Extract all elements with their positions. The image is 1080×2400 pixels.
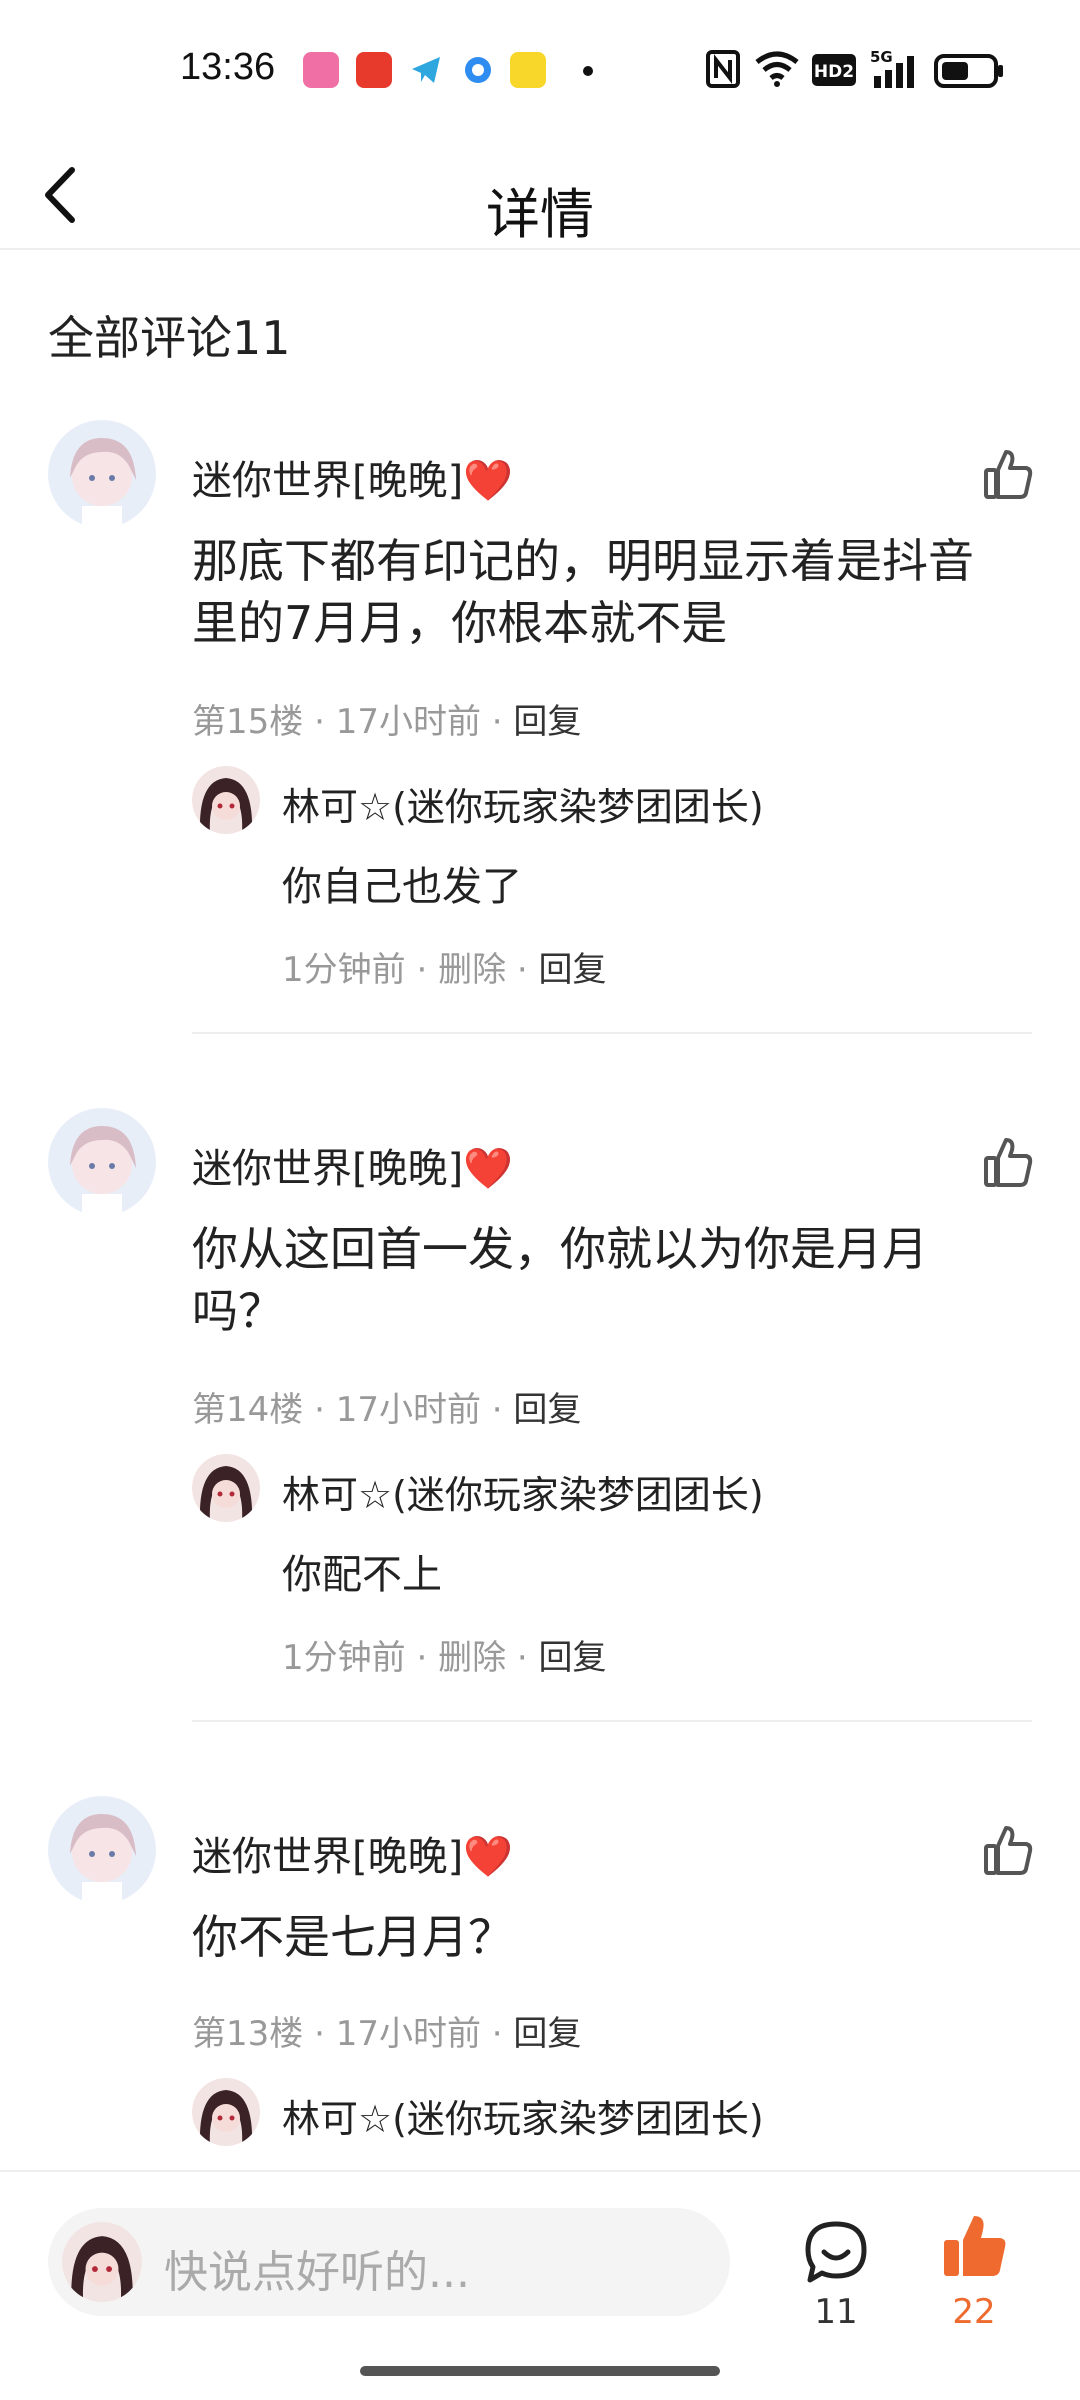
status-bar: 13:36 HD2 5G (0, 0, 1080, 140)
avatar[interactable] (48, 420, 156, 528)
all-comments-title: 全部评论11 (48, 311, 291, 365)
thumbs-up-filled-icon (944, 2216, 1006, 2276)
comment-item: 迷你世界[晚晚]❤️ 你不是七月月？ 第13楼 · 17小时前 · 回复 林可☆… (0, 1796, 1080, 2170)
reply-meta: 1分钟前 · 删除 · 回复 (282, 1638, 607, 1678)
avatar[interactable] (48, 1108, 156, 1216)
reply-author[interactable]: 林可☆(迷你玩家染梦团团长) (282, 1464, 764, 1519)
comment-item: 迷你世界[晚晚]❤️ 你从这回首一发，你就以为你是月月吗？ 第14楼 · 17小… (0, 1108, 1080, 1728)
home-indicator[interactable] (360, 2366, 720, 2376)
comment-author[interactable]: 迷你世界[晚晚]❤️ (192, 1824, 513, 1882)
delete-button[interactable]: 删除 (438, 950, 506, 990)
reply-button[interactable]: 回复 (513, 702, 581, 742)
hd2-label: HD2 (814, 62, 854, 82)
top-navigation: 详情 (0, 140, 1080, 250)
page-title: 详情 (486, 183, 594, 246)
hd2-icon: HD2 (812, 54, 856, 90)
comment-time: 17小时前 (335, 702, 481, 742)
comment-text: 那底下都有印记的，明明显示着是抖音里的7月月，你根本就不是 (192, 534, 974, 650)
reply-text: 你配不上 (282, 1552, 442, 1598)
reply-time: 1分钟前 (282, 1638, 406, 1678)
comment-count: 11 (814, 2292, 858, 2332)
red-envelope-app-icon (356, 52, 392, 88)
comment-meta: 第15楼 · 17小时前 · 回复 (192, 702, 582, 742)
browser-app-icon (460, 52, 496, 88)
kuaikan-app-icon (510, 52, 546, 88)
comment-meta: 第13楼 · 17小时前 · 回复 (192, 2014, 582, 2054)
wifi-icon (754, 50, 800, 92)
comment-bubble-icon (805, 2221, 867, 2283)
sub-reply: 林可☆(迷你玩家染梦团团长) (192, 2078, 1032, 2170)
reply-author[interactable]: 林可☆(迷你玩家染梦团团长) (282, 776, 764, 831)
like-button[interactable]: 22 (938, 2210, 1010, 2336)
avatar[interactable] (192, 766, 260, 834)
avatar[interactable] (192, 2078, 260, 2146)
sub-reply: 林可☆(迷你玩家染梦团团长) 你自己也发了 1分钟前 · 删除 · 回复 (192, 766, 1032, 1006)
reply-button[interactable]: 回复 (513, 2014, 581, 2054)
nfc-icon (706, 50, 740, 92)
comment-author[interactable]: 迷你世界[晚晚]❤️ (192, 448, 513, 506)
status-time: 13:36 (180, 46, 276, 88)
comment-floor: 第14楼 (192, 1390, 304, 1430)
divider (192, 1032, 1032, 1034)
battery-icon (934, 54, 1004, 92)
avatar (62, 2222, 142, 2302)
reply-button[interactable]: 回复 (539, 1638, 607, 1678)
like-icon[interactable] (980, 446, 1036, 502)
reply-time: 1分钟前 (282, 950, 406, 990)
telegram-app-icon (408, 52, 444, 88)
comment-input-placeholder: 快说点好听的... (164, 2247, 470, 2298)
5g-signal-icon: 5G (870, 48, 922, 94)
avatar[interactable] (192, 1454, 260, 1522)
reply-button[interactable]: 回复 (513, 1390, 581, 1430)
notification-dot-icon (583, 66, 593, 76)
like-icon[interactable] (980, 1822, 1036, 1878)
avatar[interactable] (48, 1796, 156, 1904)
comment-text: 你从这回首一发，你就以为你是月月吗？ (192, 1222, 928, 1338)
like-icon[interactable] (980, 1134, 1036, 1190)
reply-button[interactable]: 回复 (539, 950, 607, 990)
comment-author[interactable]: 迷你世界[晚晚]❤️ (192, 1136, 513, 1194)
like-count: 22 (952, 2292, 996, 2332)
sub-reply: 林可☆(迷你玩家染梦团团长) 你配不上 1分钟前 · 删除 · 回复 (192, 1454, 1032, 1694)
comment-text: 你不是七月月？ (192, 1910, 514, 1964)
divider (192, 1720, 1032, 1722)
reply-author[interactable]: 林可☆(迷你玩家染梦团团长) (282, 2088, 764, 2143)
comment-floor: 第15楼 (192, 702, 304, 742)
comment-item: 迷你世界[晚晚]❤️ 那底下都有印记的，明明显示着是抖音里的7月月，你根本就不是… (0, 420, 1080, 1040)
comments-button[interactable]: 11 (800, 2216, 872, 2336)
delete-button[interactable]: 删除 (438, 1638, 506, 1678)
comment-time: 17小时前 (335, 2014, 481, 2054)
reply-meta: 1分钟前 · 删除 · 回复 (282, 950, 607, 990)
bilibili-app-icon (303, 52, 339, 88)
comment-floor: 第13楼 (192, 2014, 304, 2054)
comment-time: 17小时前 (335, 1390, 481, 1430)
comment-input[interactable]: 快说点好听的... (48, 2208, 730, 2316)
network-type-label: 5G (870, 48, 893, 66)
reply-text: 你自己也发了 (282, 864, 522, 910)
comment-meta: 第14楼 · 17小时前 · 回复 (192, 1390, 582, 1430)
